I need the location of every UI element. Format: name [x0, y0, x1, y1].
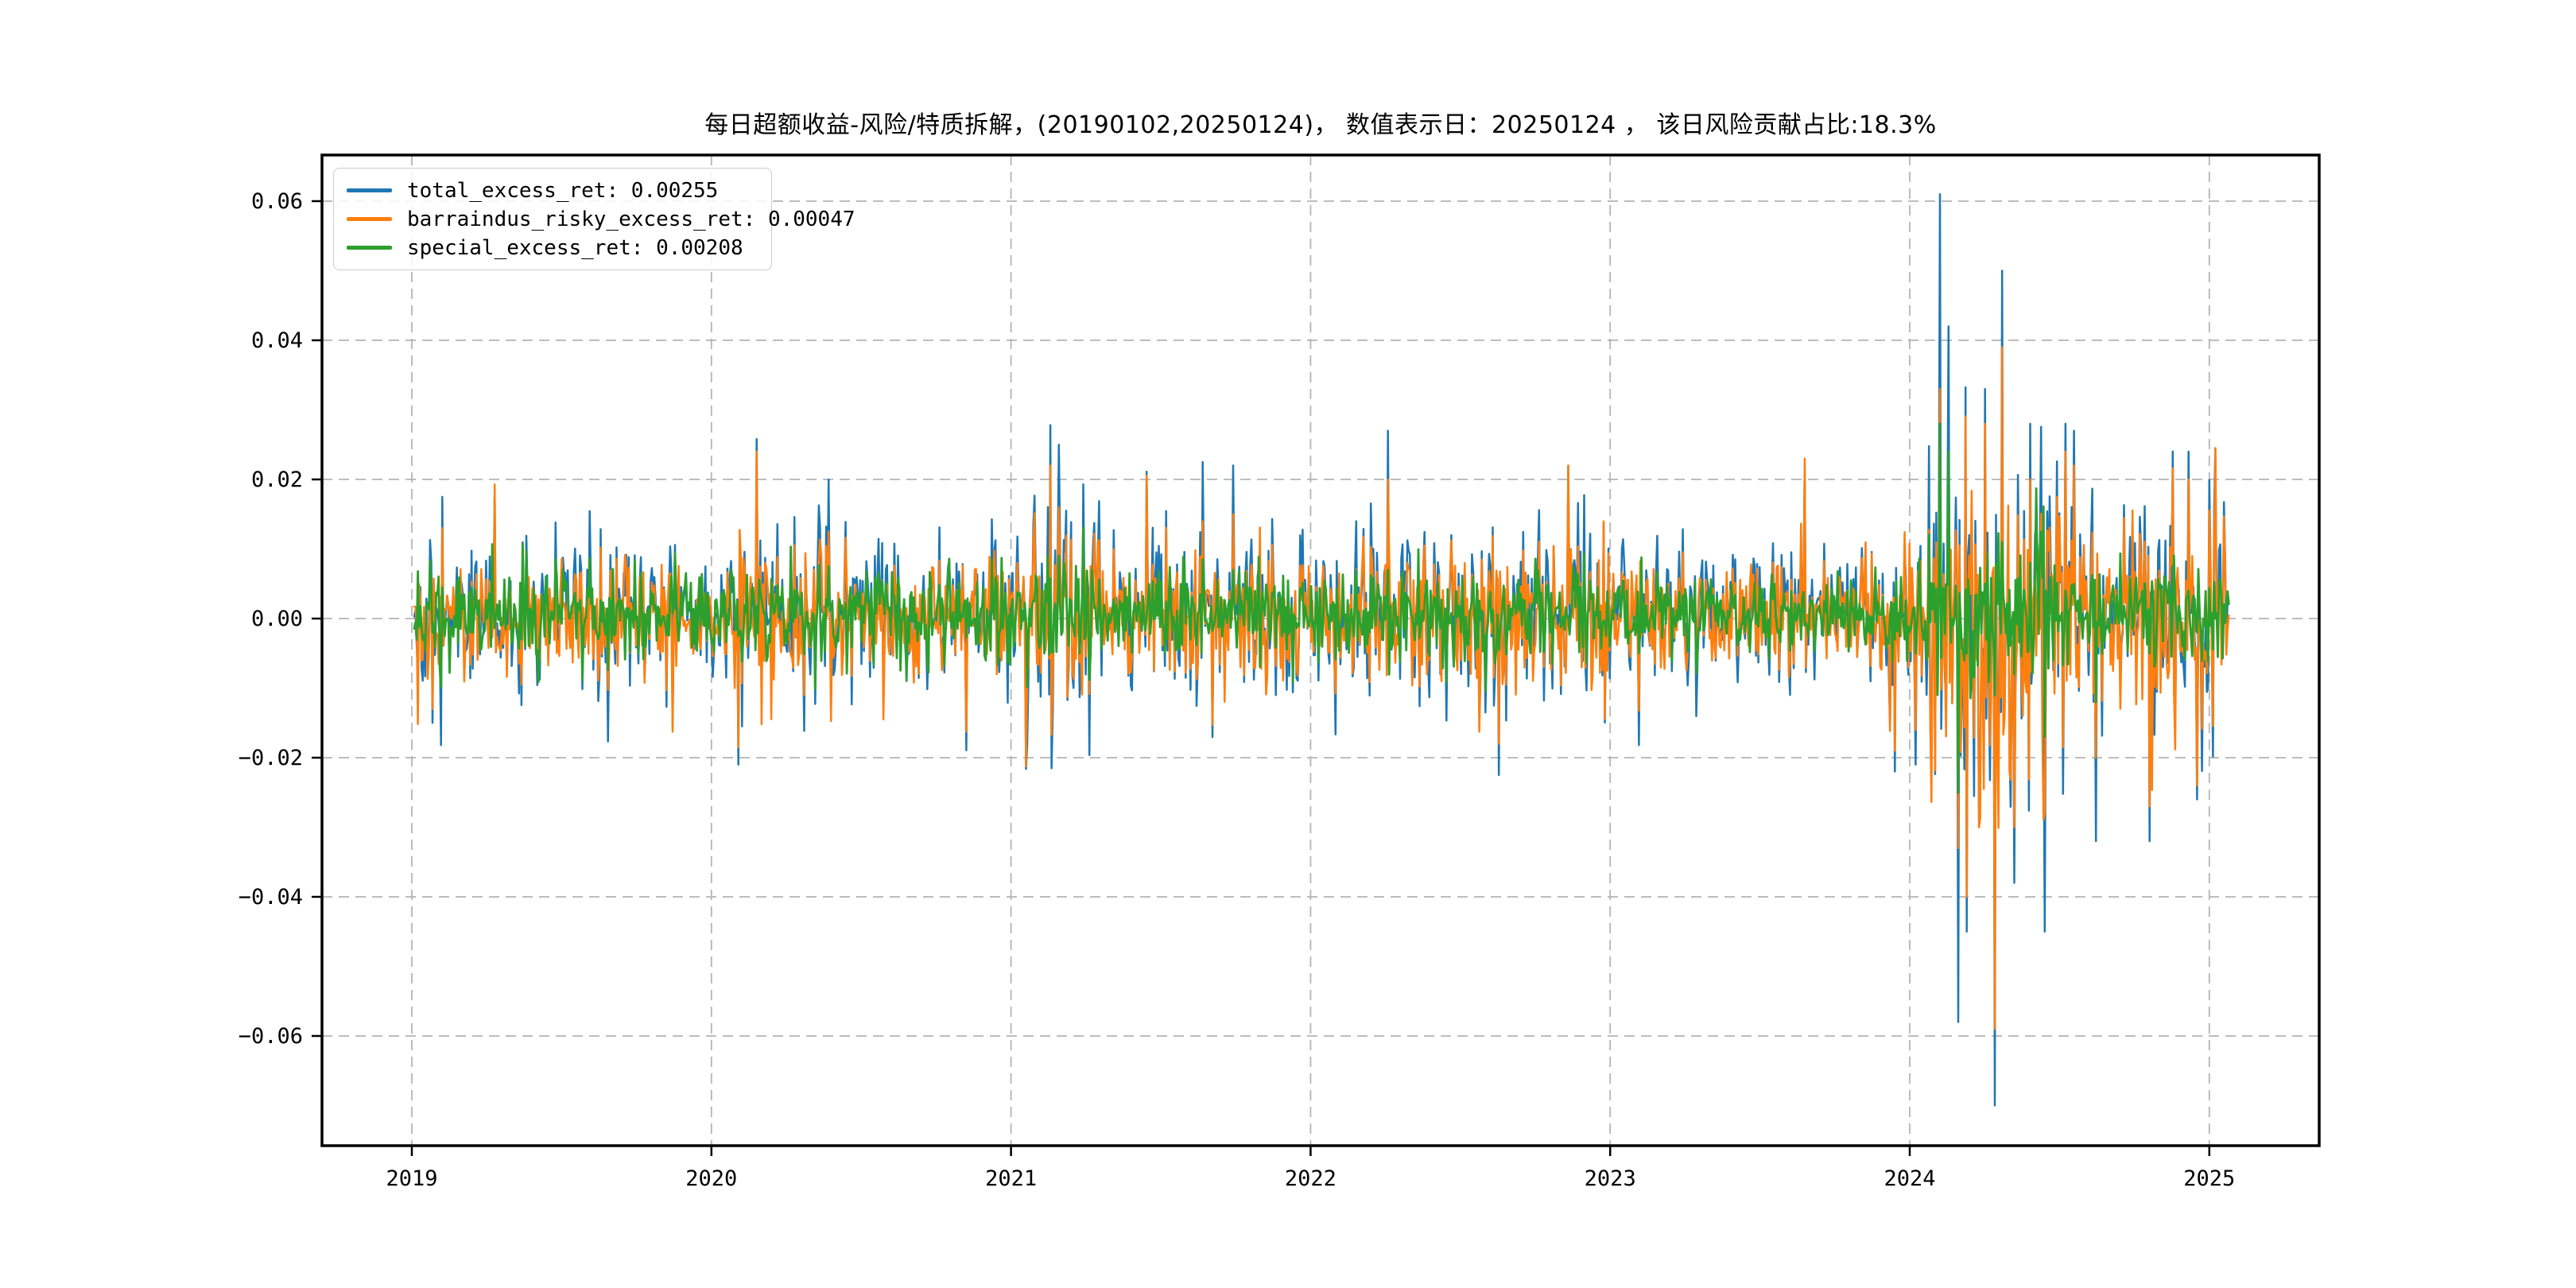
legend-line-swatch-special — [347, 246, 392, 250]
y-tick-label: 0.00 — [251, 607, 303, 631]
x-tick-label: 2025 — [2183, 1166, 2235, 1191]
legend-label-total: total_excess_ret: 0.00255 — [407, 180, 718, 201]
x-tick-label: 2021 — [985, 1166, 1037, 1191]
y-tick-label: −0.06 — [239, 1024, 303, 1049]
y-tick-label: −0.04 — [239, 885, 303, 910]
legend-item-special: special_excess_ret: 0.00208 — [347, 235, 758, 261]
chart-title: 每日超额收益-风险/特质拆解，(20190102,20250124)， 数值表示… — [322, 111, 2319, 140]
legend-item-total: total_excess_ret: 0.00255 — [347, 177, 758, 204]
legend-line-swatch-risky — [347, 217, 392, 221]
figure: 0.06 0.04 0.02 0.00 −0.02 −0.04 −0.06 2019 2020 2… — [0, 0, 2576, 1288]
x-tick-label: 2024 — [1884, 1166, 1935, 1191]
legend-label-risky: barraindus_risky_excess_ret: 0.00047 — [407, 209, 855, 230]
legend-item-risky: barraindus_risky_excess_ret: 0.00047 — [347, 206, 758, 232]
legend: total_excess_ret: 0.00255 barraindus_ris… — [333, 168, 772, 270]
x-tick-label: 2020 — [685, 1166, 737, 1191]
legend-line-swatch-total — [347, 188, 392, 192]
legend-label-special: special_excess_ret: 0.00208 — [407, 238, 743, 258]
y-tick-label: 0.02 — [251, 467, 303, 492]
x-tick-label: 2022 — [1285, 1166, 1336, 1191]
y-tick-label: 0.04 — [251, 328, 303, 353]
x-tick-label: 2023 — [1585, 1166, 1636, 1191]
x-tick-label: 2019 — [386, 1166, 437, 1191]
y-tick-label: 0.06 — [251, 189, 303, 214]
y-tick-label: −0.02 — [239, 746, 303, 770]
